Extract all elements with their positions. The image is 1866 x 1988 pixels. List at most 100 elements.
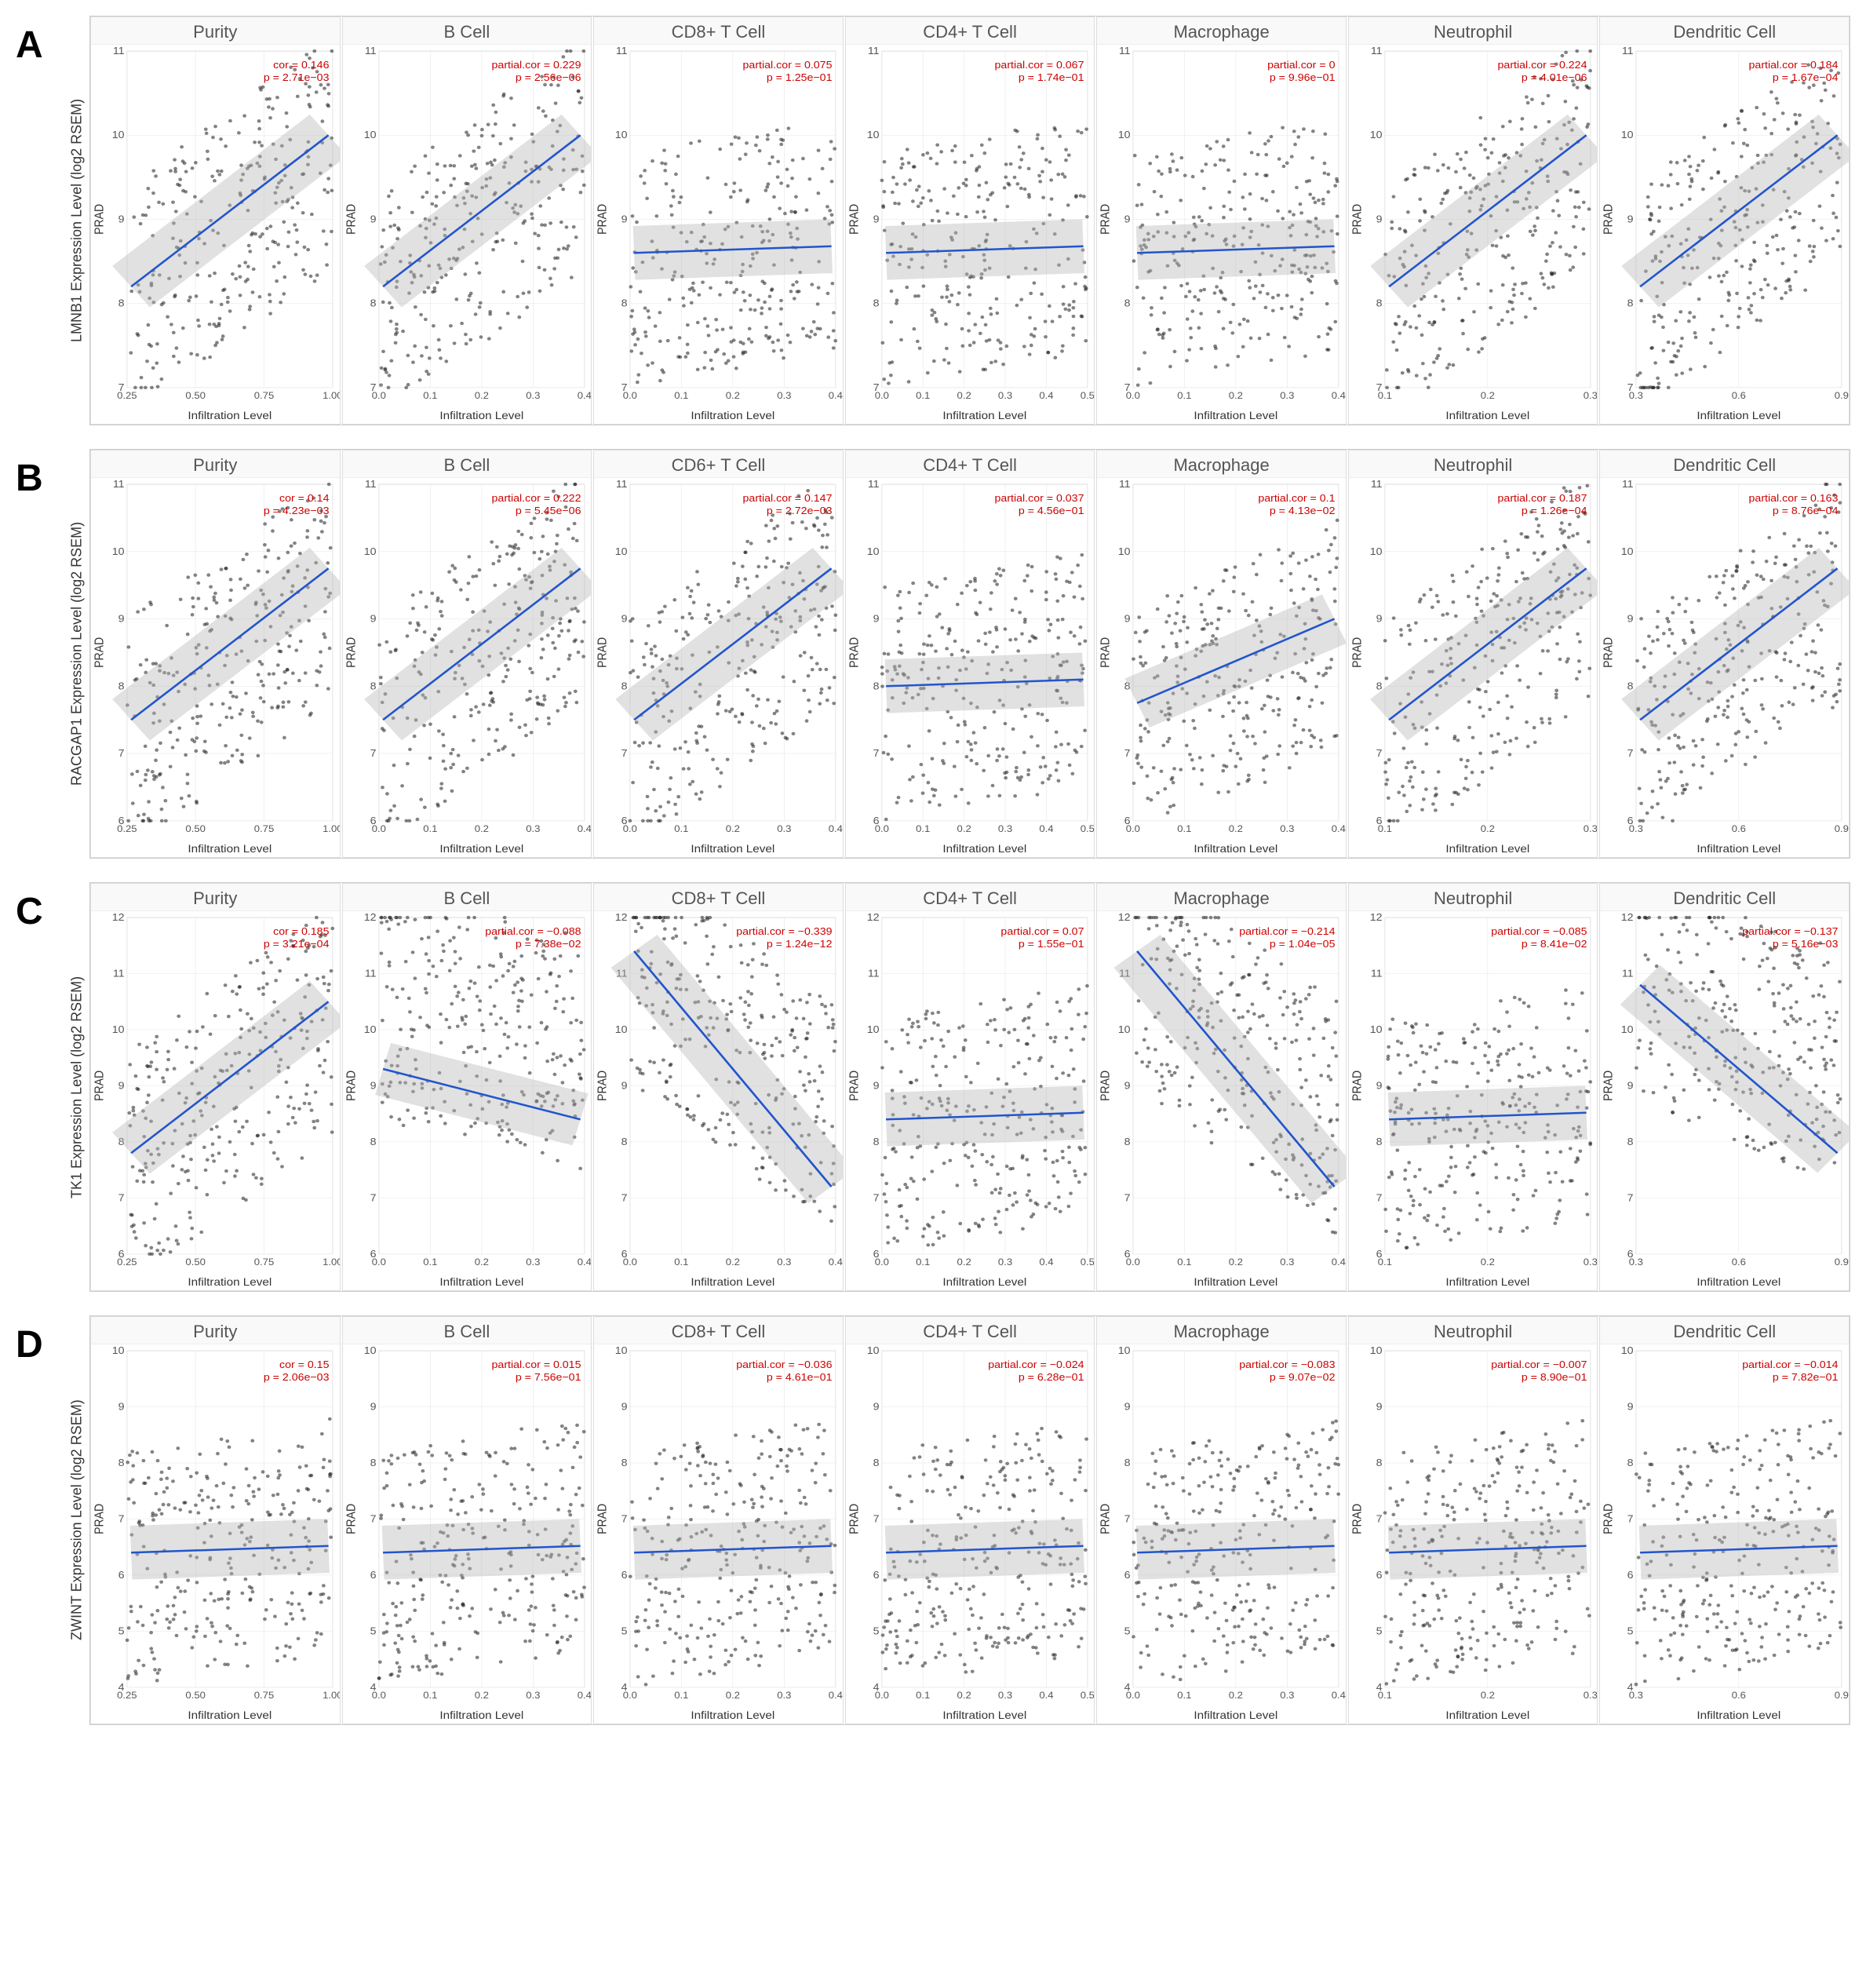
svg-text:11: 11 — [868, 46, 880, 57]
svg-text:PRAD: PRAD — [344, 204, 358, 235]
subpanel-title-A-4: Macrophage — [1097, 17, 1346, 45]
svg-text:9: 9 — [1627, 213, 1634, 224]
svg-text:7: 7 — [621, 1192, 628, 1203]
svg-text:0.25: 0.25 — [117, 823, 137, 834]
subpanel-C-Neutrophil: Neutrophil67891011120.10.20.3PRADInfiltr… — [1348, 883, 1598, 1291]
svg-text:0.2: 0.2 — [1481, 823, 1495, 834]
svg-text:8: 8 — [370, 297, 376, 308]
svg-text:8: 8 — [370, 680, 376, 691]
svg-text:Infiltration Level: Infiltration Level — [1445, 843, 1529, 855]
subpanel-title-C-1: B Cell — [343, 884, 592, 911]
svg-text:8: 8 — [1627, 297, 1634, 308]
subpanel-B-CD4+-T-Cell: CD4+ T Cell678910110.00.10.20.30.40.5PRA… — [845, 450, 1095, 858]
subpanel-title-C-4: Macrophage — [1097, 884, 1346, 911]
svg-text:0.1: 0.1 — [423, 823, 437, 834]
svg-text:0.3: 0.3 — [1281, 390, 1295, 400]
svg-text:0.4: 0.4 — [1332, 390, 1346, 400]
svg-text:0.3: 0.3 — [1629, 390, 1643, 400]
subpanels-row-D: Purity456789100.250.500.751.00PRADInfilt… — [89, 1315, 1850, 1725]
svg-text:0.75: 0.75 — [254, 1257, 274, 1267]
panel-label-C: C — [16, 882, 63, 933]
svg-text:11: 11 — [1119, 479, 1131, 490]
svg-text:7: 7 — [621, 748, 628, 759]
svg-text:10: 10 — [1370, 545, 1383, 556]
svg-text:10: 10 — [867, 545, 880, 556]
svg-text:0.2: 0.2 — [1229, 823, 1243, 834]
panel-label-B: B — [16, 449, 63, 500]
svg-text:p = 8.76e−04: p = 8.76e−04 — [1773, 505, 1839, 516]
svg-text:11: 11 — [616, 479, 628, 490]
svg-text:partial.cor = 0.1: partial.cor = 0.1 — [1259, 493, 1336, 504]
subpanel-A-Neutrophil: Neutrophil78910110.10.20.3PRADInfiltrati… — [1348, 16, 1598, 425]
svg-text:11: 11 — [1371, 479, 1383, 490]
svg-text:0.3: 0.3 — [777, 823, 791, 834]
svg-text:p = 4.56e−01: p = 4.56e−01 — [1019, 505, 1084, 516]
svg-text:0.3: 0.3 — [998, 390, 1012, 400]
subpanel-A-CD8+-T-Cell: CD8+ T Cell78910110.00.10.20.30.4PRADInf… — [593, 16, 844, 425]
svg-text:0.3: 0.3 — [1629, 823, 1643, 834]
svg-text:partial.cor = −0.088: partial.cor = −0.088 — [485, 926, 581, 937]
svg-text:Infiltration Level: Infiltration Level — [691, 410, 775, 421]
svg-text:0.1: 0.1 — [1178, 823, 1192, 834]
svg-text:1.00: 1.00 — [323, 1257, 339, 1267]
svg-text:PRAD: PRAD — [344, 637, 358, 668]
svg-text:0.0: 0.0 — [874, 390, 888, 400]
svg-text:Infiltration Level: Infiltration Level — [1697, 410, 1781, 421]
svg-text:PRAD: PRAD — [93, 637, 107, 668]
svg-text:0.4: 0.4 — [1039, 823, 1053, 834]
svg-text:0.4: 0.4 — [1039, 390, 1053, 400]
subpanel-title-A-5: Neutrophil — [1349, 17, 1598, 45]
svg-text:p = 1.74e−01: p = 1.74e−01 — [1019, 72, 1084, 83]
subpanel-title-D-1: B Cell — [343, 1317, 592, 1344]
svg-text:0.75: 0.75 — [254, 823, 274, 834]
svg-text:9: 9 — [370, 213, 376, 224]
svg-text:9: 9 — [370, 613, 376, 624]
svg-text:Infiltration Level: Infiltration Level — [1194, 410, 1278, 421]
svg-text:9: 9 — [873, 213, 879, 224]
svg-text:PRAD: PRAD — [1351, 204, 1365, 235]
svg-text:0.3: 0.3 — [777, 390, 791, 400]
svg-text:11: 11 — [364, 46, 376, 57]
subpanel-A-Dendritic-Cell: Dendritic Cell78910110.30.60.9PRADInfilt… — [1599, 16, 1850, 425]
svg-text:PRAD: PRAD — [1602, 637, 1616, 668]
svg-text:PRAD: PRAD — [596, 637, 610, 668]
svg-text:10: 10 — [1621, 545, 1634, 556]
subpanel-title-C-6: Dendritic Cell — [1600, 884, 1849, 911]
svg-text:p = 5.45e−06: p = 5.45e−06 — [515, 505, 581, 516]
svg-text:Infiltration Level: Infiltration Level — [1194, 843, 1278, 855]
svg-text:9: 9 — [621, 213, 628, 224]
panel-B: BRACGAP1 Expression Level (log2 RSEM)Pur… — [16, 449, 1850, 859]
subpanel-title-D-3: CD4+ T Cell — [846, 1317, 1095, 1344]
svg-text:11: 11 — [113, 968, 125, 979]
svg-text:0.4: 0.4 — [577, 823, 591, 834]
svg-text:7: 7 — [370, 748, 376, 759]
subpanel-title-B-0: Purity — [91, 450, 340, 478]
subpanel-title-B-1: B Cell — [343, 450, 592, 478]
subpanel-title-C-5: Neutrophil — [1349, 884, 1598, 911]
svg-text:0.2: 0.2 — [726, 823, 740, 834]
svg-text:0.6: 0.6 — [1732, 390, 1746, 400]
svg-text:8: 8 — [1376, 680, 1383, 691]
subpanel-D-CD8+-T-Cell: CD8+ T Cell456789100.00.10.20.30.4PRADIn… — [593, 1316, 844, 1724]
svg-text:partial.cor = 0.163: partial.cor = 0.163 — [1749, 493, 1839, 504]
svg-text:0.2: 0.2 — [474, 390, 488, 400]
svg-text:0.0: 0.0 — [371, 1257, 385, 1267]
svg-text:8: 8 — [621, 297, 628, 308]
svg-text:Infiltration Level: Infiltration Level — [439, 843, 523, 855]
svg-text:p = 9.96e−01: p = 9.96e−01 — [1270, 72, 1336, 83]
svg-text:0.1: 0.1 — [674, 823, 688, 834]
subpanel-title-D-6: Dendritic Cell — [1600, 1317, 1849, 1344]
svg-text:11: 11 — [616, 46, 628, 57]
svg-text:0.9: 0.9 — [1835, 823, 1849, 834]
subpanel-C-Macrophage: Macrophage67891011120.00.10.20.30.4PRADI… — [1096, 883, 1347, 1291]
svg-text:PRAD: PRAD — [1099, 637, 1113, 668]
subpanels-row-A: Purity78910110.250.500.751.00PRADInfiltr… — [89, 16, 1850, 425]
svg-text:Infiltration Level: Infiltration Level — [942, 410, 1026, 421]
svg-text:0.3: 0.3 — [1281, 823, 1295, 834]
svg-text:partial.cor = 0.147: partial.cor = 0.147 — [743, 493, 833, 504]
svg-text:8: 8 — [1376, 297, 1383, 308]
panel-C: CTK1 Expression Level (log2 RSEM)Purity6… — [16, 882, 1850, 1292]
y-axis-label-B: RACGAP1 Expression Level (log2 RSEM) — [66, 449, 88, 859]
svg-text:7: 7 — [1627, 748, 1634, 759]
subpanel-title-A-0: Purity — [91, 17, 340, 45]
